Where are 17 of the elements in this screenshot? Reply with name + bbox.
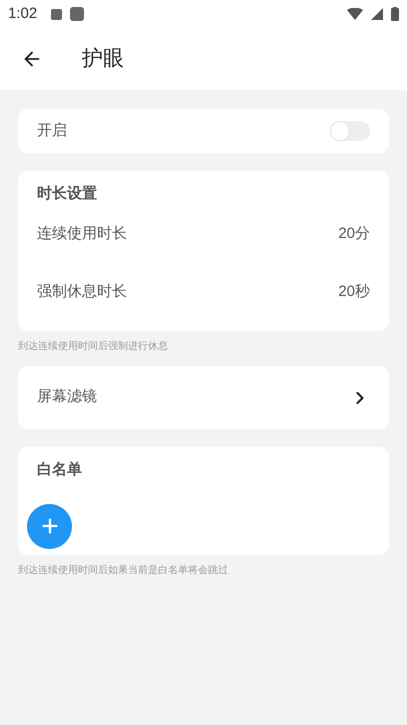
setting-row[interactable]: 强制休息时长 20秒 (37, 264, 370, 322)
signal-icon (371, 8, 383, 20)
section-title: 时长设置 (37, 184, 98, 204)
wifi-icon (347, 8, 363, 20)
hint-text: 到达连续使用时间后强制进行休息 (18, 340, 169, 354)
status-time: 1:02 (8, 4, 38, 24)
hint-text: 到达连续使用时间后如果当前是白名单将会跳过 (18, 564, 229, 578)
setting-row[interactable]: 连续使用时长 20分 (37, 206, 370, 264)
setting-label: 开启 (37, 120, 67, 141)
notification-icon (51, 8, 62, 20)
notification-icon (70, 7, 84, 21)
filter-row[interactable]: 屏幕滤镜 (18, 366, 389, 429)
toggle-switch[interactable] (330, 121, 370, 141)
battery-icon (391, 7, 399, 21)
page-title: 护眼 (82, 46, 124, 72)
section-title: 白名单 (37, 460, 83, 480)
add-button[interactable] (27, 504, 72, 548)
